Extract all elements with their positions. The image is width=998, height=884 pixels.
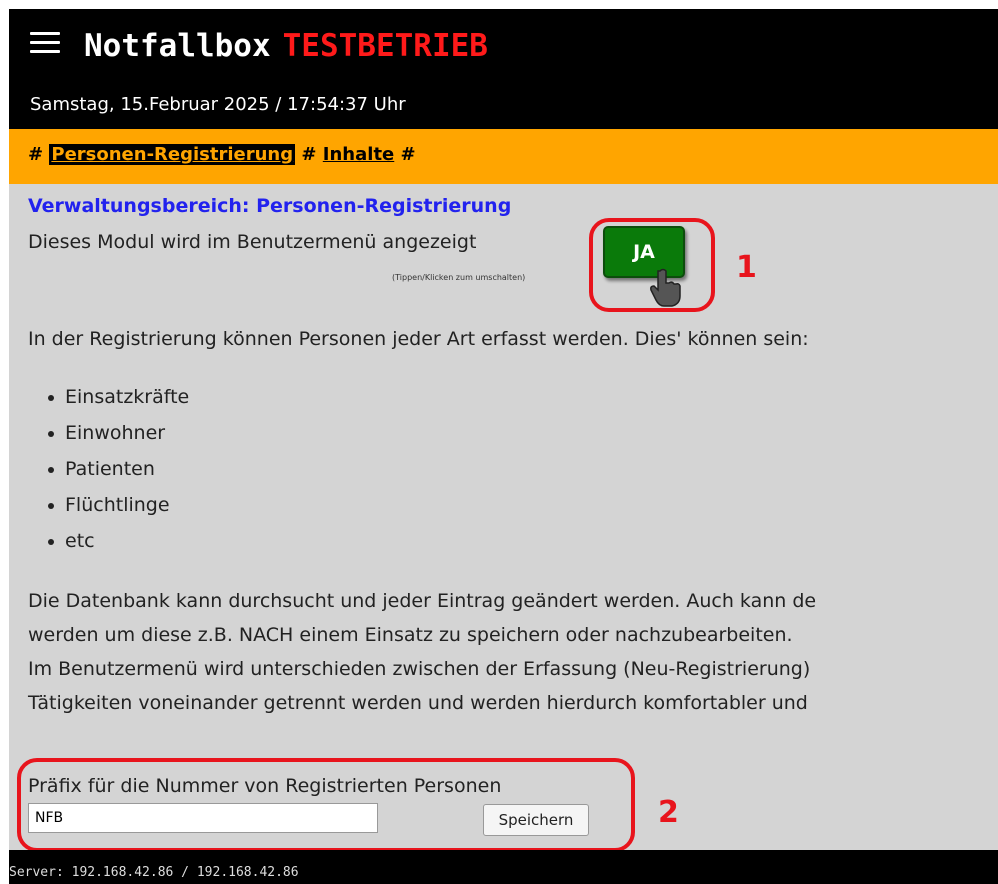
- annotation-callout-2: 2: [658, 795, 679, 830]
- nav-item-inhalte[interactable]: Inhalte: [323, 144, 394, 165]
- description-line: Die Datenbank kann durchsucht und jeder …: [28, 590, 817, 612]
- test-mode-label: TESTBETRIEB: [282, 28, 488, 64]
- page-heading: Verwaltungsbereich: Personen-Registrieru…: [28, 195, 512, 217]
- annotation-highlight-2: [17, 758, 635, 852]
- hamburger-menu-icon[interactable]: [30, 32, 60, 54]
- breadcrumb: # Personen-Registrierung # Inhalte #: [28, 144, 416, 165]
- description-line: werden um diese z.B. NACH einem Einsatz …: [28, 624, 793, 646]
- description-line: Tätigkeiten voneinander getrennt werden …: [28, 692, 808, 714]
- nav-separator: #: [400, 144, 416, 165]
- nav-separator: #: [28, 144, 44, 165]
- server-info: Server: 192.168.42.86 / 192.168.42.86: [9, 865, 299, 880]
- top-bar: Notfallbox TESTBETRIEB: [9, 9, 998, 89]
- person-type-list: Einsatzkräfte Einwohner Patienten Flücht…: [46, 379, 189, 559]
- module-visibility-text: Dieses Modul wird im Benutzermenü angeze…: [28, 231, 477, 253]
- list-item: Flüchtlinge: [46, 487, 189, 523]
- app-title: Notfallbox TESTBETRIEB: [84, 31, 488, 62]
- app-frame: Notfallbox TESTBETRIEB Samstag, 15.Februa…: [9, 9, 998, 884]
- annotation-highlight-1: [589, 218, 715, 312]
- toggle-hint: (Tippen/Klicken zum umschalten): [392, 273, 526, 282]
- app-title-text: Notfallbox: [84, 28, 271, 64]
- nav-item-personen-registrierung[interactable]: Personen-Registrierung: [49, 144, 296, 165]
- nav-separator: #: [301, 144, 317, 165]
- list-item: etc: [46, 523, 189, 559]
- annotation-callout-1: 1: [736, 250, 757, 285]
- intro-text: In der Registrierung können Personen jed…: [28, 328, 809, 350]
- datetime-label: Samstag, 15.Februar 2025 / 17:54:37 Uhr: [30, 94, 406, 115]
- description-line: Im Benutzermenü wird unterschieden zwisc…: [28, 658, 811, 680]
- list-item: Patienten: [46, 451, 189, 487]
- list-item: Einwohner: [46, 415, 189, 451]
- list-item: Einsatzkräfte: [46, 379, 189, 415]
